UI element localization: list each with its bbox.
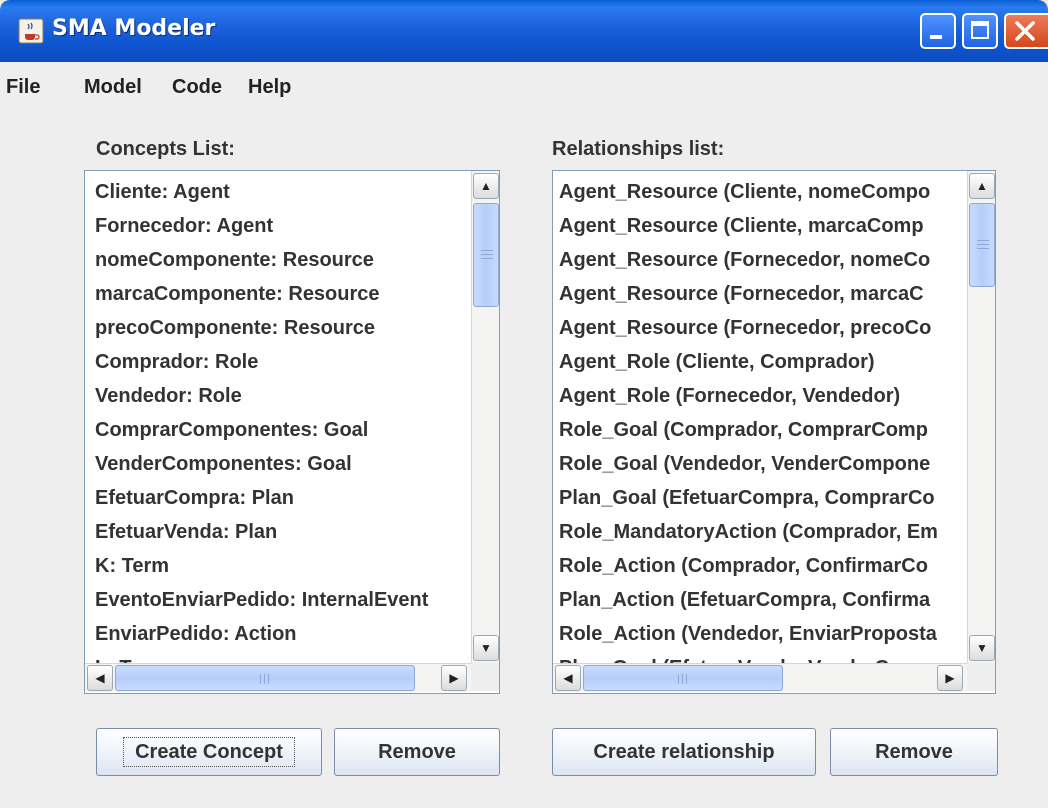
scroll-corner <box>471 663 499 691</box>
remove-relationship-label: Remove <box>875 741 953 763</box>
remove-concept-button[interactable]: Remove <box>334 728 500 776</box>
arrow-right-icon[interactable]: ▶ <box>441 665 467 691</box>
concept-item[interactable]: ComprarComponentes: Goal <box>95 413 428 447</box>
maximize-button[interactable] <box>962 13 998 49</box>
relationship-item[interactable]: Role_Goal (Vendedor, VenderCompone <box>559 447 938 481</box>
relationship-item[interactable]: Plan_Goal (EfetuarCompra, ComprarCo <box>559 481 938 515</box>
concept-item[interactable]: VenderComponentes: Goal <box>95 447 428 481</box>
create-concept-button[interactable]: Create Concept <box>96 728 322 776</box>
menu-model[interactable]: Model <box>84 76 142 99</box>
maximize-icon <box>971 21 989 39</box>
concept-item[interactable]: precoComponente: Resource <box>95 311 428 345</box>
close-icon <box>1015 21 1035 41</box>
menu-code[interactable]: Code <box>172 76 222 99</box>
concepts-list[interactable]: Cliente: Agent Fornecedor: Agent nomeCom… <box>84 170 500 694</box>
relationships-vertical-scrollbar[interactable]: ▲ ▼ <box>967 171 995 663</box>
relationships-list-label: Relationships list: <box>552 138 725 160</box>
menu-bar: File Model Code Help <box>0 62 1048 114</box>
concept-item[interactable]: Fornecedor: Agent <box>95 209 428 243</box>
scroll-corner <box>967 663 995 691</box>
relationship-item[interactable]: Agent_Resource (Cliente, marcaComp <box>559 209 938 243</box>
menu-file[interactable]: File <box>6 76 40 99</box>
relationship-item[interactable]: Plan_Action (EfetuarCompra, Confirma <box>559 583 938 617</box>
arrow-up-icon[interactable]: ▲ <box>969 173 995 199</box>
concept-item[interactable]: EfetuarVenda: Plan <box>95 515 428 549</box>
concept-item[interactable]: nomeComponente: Resource <box>95 243 428 277</box>
minimize-icon <box>930 35 942 39</box>
relationships-list[interactable]: Agent_Resource (Cliente, nomeCompo Agent… <box>552 170 996 694</box>
title-bar[interactable]: SMA Modeler <box>0 0 1048 62</box>
focus-ring <box>123 737 295 767</box>
relationship-item[interactable]: Role_Action (Comprador, ConfirmarCo <box>559 549 938 583</box>
relationship-item[interactable]: Agent_Role (Cliente, Comprador) <box>559 345 938 379</box>
concept-item[interactable]: Cliente: Agent <box>95 175 428 209</box>
relationships-vertical-thumb[interactable] <box>969 203 995 287</box>
concepts-list-label: Concepts List: <box>96 138 235 160</box>
concepts-vertical-thumb[interactable] <box>473 203 499 307</box>
relationships-horizontal-scrollbar[interactable]: ◀ ▶ <box>553 663 967 692</box>
arrow-down-icon[interactable]: ▼ <box>969 635 995 661</box>
relationship-item[interactable]: Role_Action (Vendedor, EnviarProposta <box>559 617 938 651</box>
arrow-left-icon[interactable]: ◀ <box>87 665 113 691</box>
concepts-items: Cliente: Agent Fornecedor: Agent nomeCom… <box>95 175 428 685</box>
arrow-left-icon[interactable]: ◀ <box>555 665 581 691</box>
concept-item[interactable]: K: Term <box>95 549 428 583</box>
concept-item[interactable]: Comprador: Role <box>95 345 428 379</box>
relationship-item[interactable]: Agent_Resource (Fornecedor, precoCo <box>559 311 938 345</box>
concepts-horizontal-thumb[interactable] <box>115 665 415 691</box>
relationships-items: Agent_Resource (Cliente, nomeCompo Agent… <box>559 175 938 685</box>
concept-item[interactable]: EfetuarCompra: Plan <box>95 481 428 515</box>
relationship-item[interactable]: Agent_Role (Fornecedor, Vendedor) <box>559 379 938 413</box>
java-coffee-cup-icon <box>18 18 44 44</box>
concepts-vertical-scrollbar[interactable]: ▲ ▼ <box>471 171 499 663</box>
arrow-up-icon[interactable]: ▲ <box>473 173 499 199</box>
window-title: SMA Modeler <box>52 16 216 41</box>
relationship-item[interactable]: Agent_Resource (Cliente, nomeCompo <box>559 175 938 209</box>
menu-help[interactable]: Help <box>248 76 291 99</box>
relationships-horizontal-thumb[interactable] <box>583 665 783 691</box>
relationship-item[interactable]: Role_Goal (Comprador, ComprarComp <box>559 413 938 447</box>
concept-item[interactable]: EventoEnviarPedido: InternalEvent <box>95 583 428 617</box>
concepts-horizontal-scrollbar[interactable]: ◀ ▶ <box>85 663 471 692</box>
concept-item[interactable]: EnviarPedido: Action <box>95 617 428 651</box>
app-window: SMA Modeler File Model Code Help Concept… <box>0 0 1048 808</box>
concept-item[interactable]: marcaComponente: Resource <box>95 277 428 311</box>
relationship-item[interactable]: Role_MandatoryAction (Comprador, Em <box>559 515 938 549</box>
remove-concept-label: Remove <box>378 741 456 763</box>
close-button[interactable] <box>1004 13 1048 49</box>
create-relationship-button[interactable]: Create relationship <box>552 728 816 776</box>
minimize-button[interactable] <box>920 13 956 49</box>
arrow-down-icon[interactable]: ▼ <box>473 635 499 661</box>
create-relationship-label: Create relationship <box>593 741 775 763</box>
remove-relationship-button[interactable]: Remove <box>830 728 998 776</box>
relationship-item[interactable]: Agent_Resource (Fornecedor, marcaC <box>559 277 938 311</box>
concept-item[interactable]: Vendedor: Role <box>95 379 428 413</box>
relationship-item[interactable]: Agent_Resource (Fornecedor, nomeCo <box>559 243 938 277</box>
arrow-right-icon[interactable]: ▶ <box>937 665 963 691</box>
